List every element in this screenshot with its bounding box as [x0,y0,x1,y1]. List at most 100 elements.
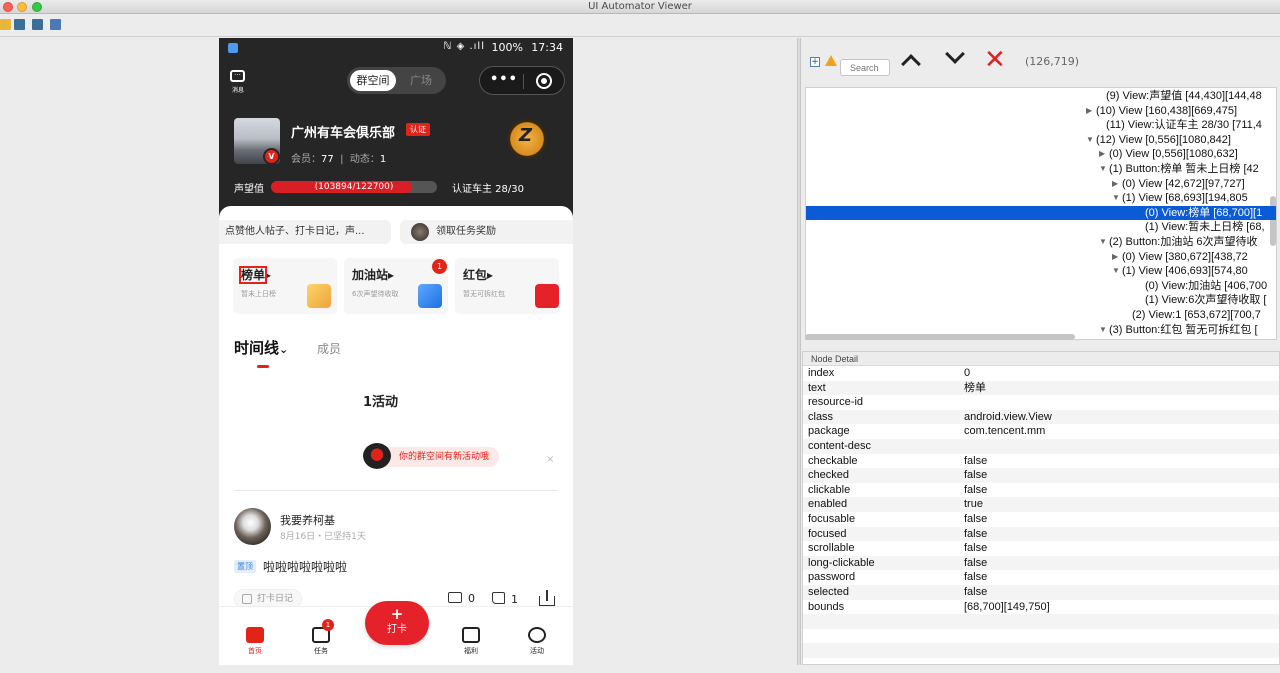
expand-arrow-icon[interactable]: ▶ [1112,177,1118,191]
property-row[interactable]: focusable false [803,512,1279,527]
close-icon[interactable]: × [546,454,554,465]
tree-node[interactable]: (0) View:榜单 [68,700][1 [806,205,1276,220]
punch-button[interactable]: + 打卡 [365,601,429,645]
tree-node[interactable]: (2) View:1 [653,672][700,7 [806,308,1276,322]
property-key: index [808,367,835,379]
tab-timeline[interactable]: 时间线⌄ [234,337,288,358]
device-screenshot-icon[interactable] [14,19,25,30]
level-emblem-icon[interactable]: Z [506,118,548,160]
tree-node[interactable]: ▶ (0) View [0,556][1080,632] [806,147,1276,161]
property-value: 榜单 [964,381,986,394]
tree-node[interactable]: ▼ (1) View [406,693][574,80 [806,264,1276,278]
tree-node[interactable]: ▼ (1) Button:榜单 暂未上日榜 [42 [806,162,1276,176]
nav-tasks[interactable]: 任务 [301,623,341,663]
ui-hierarchy-tree[interactable]: (9) View:声望值 [44,430][144,48 ▶ (10) View [… [805,87,1277,340]
red-packet-subtitle: 暂无可拆红包 [463,290,505,298]
post-text[interactable]: 啦啦啦啦啦啦啦 [263,558,347,575]
phone-screenshot[interactable]: ℕ ◈ .ıll 100% 17:34 ··· 消息 群空间 广场 ••• V … [219,38,573,665]
collapse-arrow-icon[interactable]: ▼ [1099,162,1107,176]
collapse-arrow-icon[interactable]: ▼ [1099,235,1107,249]
property-row[interactable]: selected false [803,585,1279,600]
property-row[interactable]: resource-id [803,395,1279,410]
post-author-name[interactable]: 我要养柯基 [280,512,335,528]
collapse-arrow-icon[interactable]: ▼ [1112,264,1120,278]
tree-node[interactable]: ▼ (12) View [0,556][1080,842] [806,133,1276,147]
pane-divider[interactable] [797,38,801,665]
tree-node[interactable]: (0) View:加油站 [406,700 [806,279,1276,293]
warning-icon[interactable] [825,55,837,66]
property-value: false [964,513,988,525]
red-packet-title: 红包▸ [463,266,493,283]
task-hint-pill[interactable]: 点赞他人帖子、打卡日记，声... [219,220,391,244]
collapse-arrow-icon[interactable]: ▼ [1099,323,1107,337]
previous-match-button[interactable] [900,49,922,74]
save-icon[interactable] [50,19,61,30]
property-value: false [964,571,988,584]
red-packet-card[interactable]: 红包▸ 暂无可拆红包 [455,258,559,314]
tab-timeline-label: 时间线 [234,339,280,357]
expand-arrow-icon[interactable]: ▶ [1086,104,1092,118]
tab-square[interactable]: 广场 [399,70,443,91]
message-button[interactable]: ··· 消息 [229,69,247,94]
expand-arrow-icon[interactable]: ▶ [1099,147,1105,161]
exit-miniprogram-icon[interactable] [536,73,552,89]
nav-welfare[interactable]: 福利 [451,623,491,663]
comment-button[interactable]: 0 [448,592,475,605]
expand-arrow-icon[interactable]: ▶ [1112,250,1118,264]
post-author-avatar[interactable] [234,508,271,545]
tree-node[interactable]: ▼ (1) View [68,693][194,805 [806,191,1276,205]
property-key: checked [808,469,849,482]
property-row[interactable]: checked false [803,468,1279,483]
tab-members[interactable]: 成员 [317,340,341,357]
ranking-title: 榜单▸ [238,266,271,284]
tasks-badge: 1 [322,619,334,631]
tree-node[interactable]: (11) View:认证车主 28/30 [711,4 [806,118,1276,132]
property-row[interactable]: package com.tencent.mm [803,424,1279,439]
tab-group-space[interactable]: 群空间 [350,70,396,91]
next-match-button[interactable] [944,44,966,71]
nav-activity[interactable]: 活动 [517,623,557,663]
share-icon[interactable] [539,590,555,606]
nav-home[interactable]: 首页 [235,623,275,663]
hierarchy-toolbar: + ✕ (126,719) [802,38,1280,86]
tree-node[interactable]: ▼ (2) Button:加油站 6次声望待收 [806,235,1276,249]
open-folder-icon[interactable] [0,19,11,30]
tree-node[interactable]: (1) View:暂未上日榜 [68, [806,220,1276,234]
collapse-arrow-icon[interactable]: ▼ [1112,191,1120,205]
new-activity-banner[interactable]: 你的群空间有新活动哦 [363,443,500,469]
property-row[interactable]: index 0 [803,366,1279,381]
message-icon: ··· [230,70,245,82]
property-row[interactable]: enabled true [803,497,1279,512]
property-row[interactable]: text 榜单 [803,380,1279,396]
property-row[interactable]: content-desc [803,439,1279,454]
property-row[interactable]: class android.view.View [803,409,1279,425]
clear-search-icon[interactable]: ✕ [984,47,1006,73]
more-icon[interactable]: ••• [490,72,518,87]
status-bar: ℕ ◈ .ıll 100% 17:34 [219,38,573,58]
property-row[interactable]: bounds [68,700][149,750] [803,600,1279,615]
tree-node[interactable]: (1) View:6次声望待收取 [ [806,293,1276,307]
collapse-arrow-icon[interactable]: ▼ [1086,133,1094,147]
tree-node[interactable]: ▶ (10) View [160,438][669,475] [806,104,1276,118]
property-row[interactable]: long-clickable false [803,555,1279,571]
tree-node[interactable]: ▶ (0) View [42,672][97,727] [806,177,1276,191]
search-input[interactable] [840,59,890,76]
property-row[interactable]: focused false [803,526,1279,542]
tree-node[interactable]: ▶ (0) View [380,672][438,72 [806,250,1276,264]
tree-node-label: (1) View:6次声望待收取 [ [1145,294,1267,307]
thumbs-up-icon [492,592,505,604]
property-row[interactable]: scrollable false [803,541,1279,556]
tree-horizontal-scrollbar[interactable] [805,334,1075,340]
ranking-card[interactable]: 榜单▸ 暂未上日榜 [233,258,337,314]
property-row[interactable]: clickable false [803,483,1279,498]
expand-all-icon[interactable]: + [810,57,820,67]
property-row[interactable]: checkable false [803,454,1279,469]
claim-reward-pill[interactable]: 领取任务奖励 [400,220,573,244]
chevron-right-icon: ▸ [388,268,395,282]
tree-node[interactable]: (9) View:声望值 [44,430][144,48 [806,89,1276,103]
property-key: password [808,571,856,584]
device-screenshot-compressed-icon[interactable] [32,19,43,30]
like-button[interactable]: 1 [492,592,518,606]
property-value: android.view.View [964,410,1052,423]
property-row[interactable]: password false [803,570,1279,585]
